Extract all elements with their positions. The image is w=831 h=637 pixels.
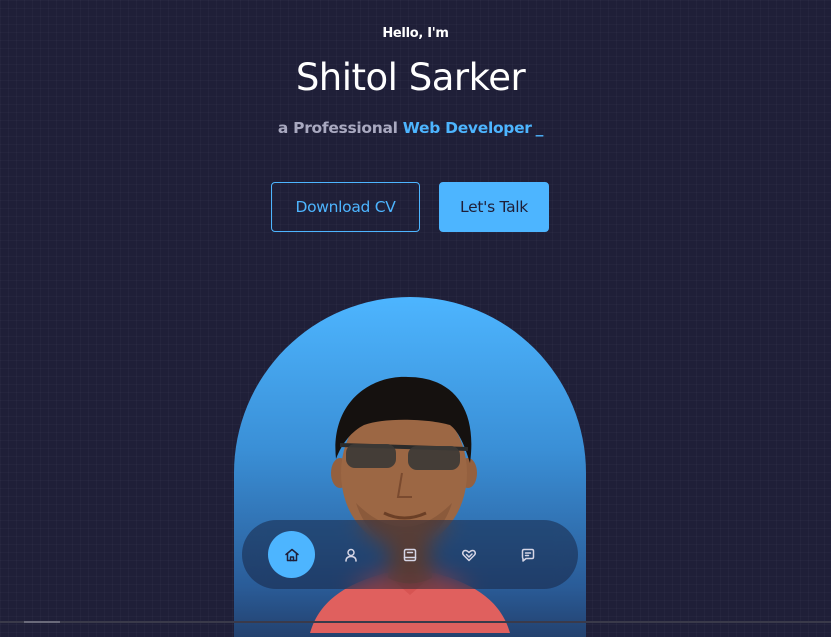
message-icon [521,548,534,562]
hero-name: Shitol Sarker [295,56,526,99]
download-cv-button[interactable]: Download CV [271,182,420,232]
lets-talk-button[interactable]: Let's Talk [439,182,549,232]
hero-subtitle: a Professional Web Developer _ [0,119,821,137]
typing-cursor: _ [535,119,544,137]
profile-photo [310,376,510,633]
nav-about[interactable] [327,531,374,578]
nav-contact[interactable] [504,531,551,578]
nav-home[interactable] [268,531,315,578]
hero-section: Hello, I'm Shitol Sarker a Professional … [0,0,831,637]
nav-experience[interactable] [386,531,433,578]
subtitle-prefix: a Professional [277,119,398,137]
bottom-navigation [242,520,578,589]
handshake-icon [461,549,476,561]
user-icon [344,548,357,562]
typed-role: Web Developer [402,119,532,137]
greeting-text: Hello, I'm [382,26,449,41]
book-icon [403,548,416,561]
nav-services[interactable] [445,531,492,578]
home-icon [284,548,299,561]
